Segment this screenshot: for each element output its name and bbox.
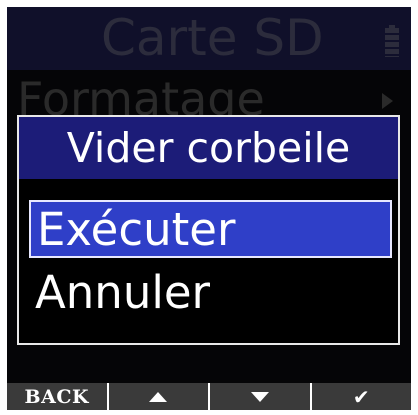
device-screen: Carte SD Formatage Vider corbeile Exécut…: [7, 7, 411, 383]
checkmark-icon: ✔: [352, 384, 370, 409]
triangle-down-icon: [250, 391, 269, 402]
battery-icon: [385, 25, 399, 57]
screen-title: Carte SD: [101, 9, 324, 67]
cancel-option[interactable]: Annuler: [29, 265, 392, 323]
screen-header: Carte SD: [7, 7, 411, 70]
up-button[interactable]: [108, 383, 208, 410]
down-button[interactable]: [210, 383, 310, 410]
confirm-dialog: Vider corbeile Exécuter Annuler: [17, 115, 400, 345]
back-button[interactable]: BACK: [7, 383, 107, 410]
chevron-right-icon: [382, 93, 393, 109]
softkey-bar: BACK ✔: [7, 383, 411, 410]
back-label: BACK: [24, 385, 89, 408]
confirm-button[interactable]: ✔: [311, 383, 411, 410]
dialog-title: Vider corbeile: [19, 117, 398, 179]
triangle-up-icon: [149, 391, 168, 402]
execute-option[interactable]: Exécuter: [29, 200, 392, 258]
